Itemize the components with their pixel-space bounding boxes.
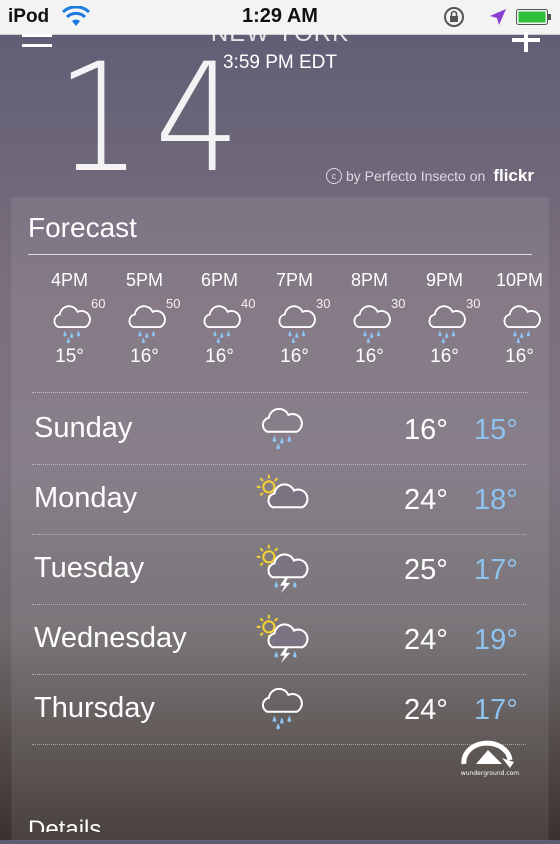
daily-row[interactable]: Thursday 24° 17° <box>32 674 526 745</box>
low-temp: 19° <box>474 624 518 656</box>
day-name: Thursday <box>34 692 155 724</box>
precip-chance: 60 <box>91 296 106 311</box>
hourly-divider <box>32 392 528 393</box>
hour-temp: 16° <box>130 346 159 367</box>
hourly-item: 4PM 60 15° <box>32 270 107 368</box>
current-temperature: 14 <box>56 32 253 206</box>
hourly-item: 6PM 40 16° <box>182 270 257 368</box>
day-name: Tuesday <box>34 552 145 584</box>
battery-icon <box>516 9 551 25</box>
hour-temp: 15° <box>55 346 84 367</box>
rain-cloud-icon <box>428 305 466 344</box>
hourly-item: 7PM 30 16° <box>257 270 332 368</box>
sun-thunderstorm-icon <box>256 544 309 594</box>
hour-label: 10PM <box>495 270 542 290</box>
precip-chance: 50 <box>166 296 181 311</box>
high-temp: 25° <box>404 554 448 586</box>
photo-credit[interactable]: c by Perfecto Insecto on flickr <box>326 166 534 186</box>
low-temp: 17° <box>474 694 518 726</box>
flickr-logo: flickr <box>493 166 534 185</box>
forecast-panel: Forecast 4PM 60 15° 5PM 50 16° 6PM 40 16° 7PM 30 16… <box>12 198 548 840</box>
add-location-icon[interactable] <box>512 32 540 52</box>
rain-cloud-icon <box>503 305 541 344</box>
daily-row[interactable]: Monday 24° 18° <box>32 464 526 535</box>
hourly-item: 9PM 30 16° <box>407 270 482 368</box>
hourly-item: 5PM 50 16° <box>107 270 182 368</box>
status-bar: iPod 1:29 AM <box>0 0 560 35</box>
hour-temp: 16° <box>355 346 384 367</box>
hour-label: 4PM <box>50 270 88 290</box>
precip-chance: 30 <box>391 296 406 311</box>
wunderground-logo[interactable]: wunderground.com <box>458 738 522 778</box>
rain-cloud-icon <box>278 305 316 344</box>
hour-label: 9PM <box>425 270 463 290</box>
low-temp: 17° <box>474 554 518 586</box>
rain-cloud-icon <box>353 305 391 344</box>
hourly-item: 10PM 16° <box>482 270 542 368</box>
title-divider <box>28 254 532 255</box>
precip-chance: 30 <box>466 296 481 311</box>
rain-cloud-icon <box>203 305 241 344</box>
hour-temp: 16° <box>430 346 459 367</box>
hourly-forecast[interactable]: 4PM 60 15° 5PM 50 16° 6PM 40 16° 7PM 30 16° 8PM 30 16°… <box>32 270 542 380</box>
hour-label: 8PM <box>350 270 388 290</box>
hour-label: 5PM <box>125 270 163 290</box>
forecast-title: Forecast <box>28 212 137 243</box>
sun-thunderstorm-icon <box>256 614 309 664</box>
location-arrow-icon <box>490 9 506 25</box>
rain-cloud-icon <box>261 407 303 450</box>
rain-cloud-icon <box>261 687 303 730</box>
rain-cloud-icon <box>128 305 166 344</box>
day-name: Sunday <box>34 412 133 444</box>
photo-credit-text: by Perfecto Insecto on <box>346 168 486 184</box>
high-temp: 24° <box>404 694 448 726</box>
hour-label: 7PM <box>275 270 313 290</box>
daily-row[interactable]: Tuesday 25° 17° <box>32 534 526 605</box>
rotation-lock-icon <box>444 7 464 27</box>
hour-temp: 16° <box>205 346 234 367</box>
day-name: Monday <box>34 482 138 514</box>
high-temp: 24° <box>404 624 448 656</box>
high-temp: 16° <box>404 414 448 446</box>
high-temp: 24° <box>404 484 448 516</box>
precip-chance: 40 <box>241 296 256 311</box>
partly-sunny-icon <box>256 474 309 509</box>
day-name: Wednesday <box>34 622 187 654</box>
svg-text:wunderground.com: wunderground.com <box>461 770 519 777</box>
precip-chance: 30 <box>316 296 331 311</box>
clock: 1:29 AM <box>242 5 318 27</box>
daily-row[interactable]: Sunday 16° 15° <box>32 394 526 465</box>
hour-label: 6PM <box>200 270 238 290</box>
creative-commons-icon: c <box>326 168 342 184</box>
rain-cloud-icon <box>53 305 91 344</box>
hourly-item: 8PM 30 16° <box>332 270 407 368</box>
hour-temp: 16° <box>505 346 534 367</box>
daily-row[interactable]: Wednesday 24° 19° <box>32 604 526 675</box>
hour-temp: 16° <box>280 346 309 367</box>
low-temp: 15° <box>474 414 518 446</box>
low-temp: 18° <box>474 484 518 516</box>
